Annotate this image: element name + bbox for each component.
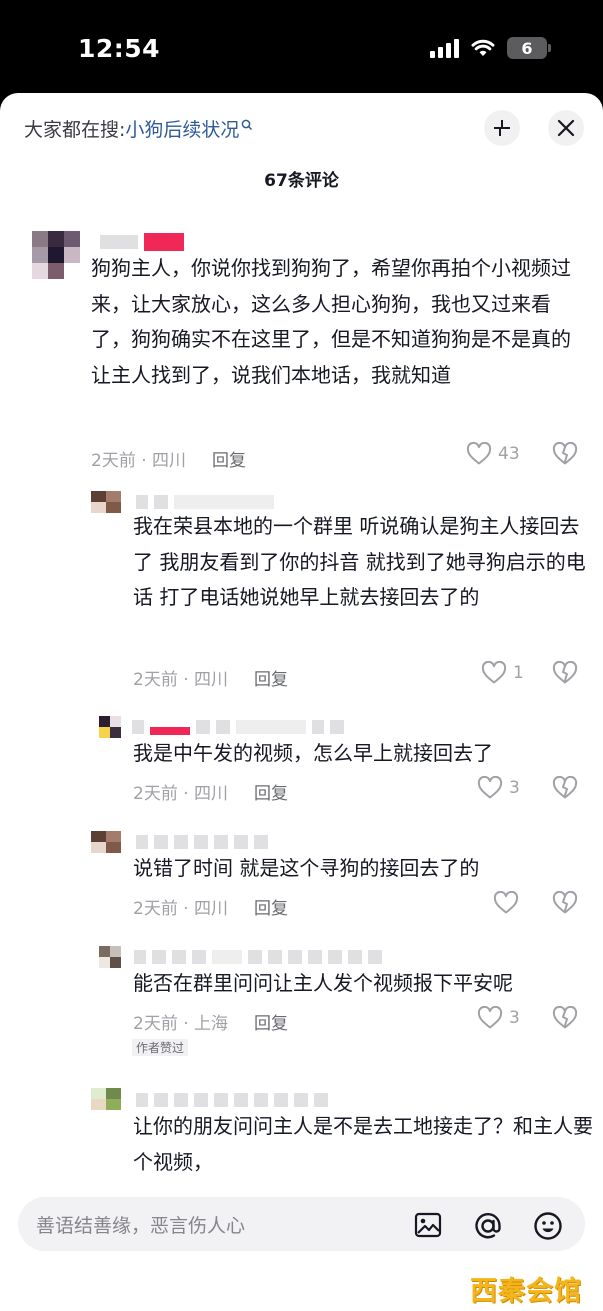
reply-item: 我在荣县本地的一个群里 听说确认是狗主人接回去了 我朋友看到了你的抖音 就找到了… [0,488,603,698]
like-button[interactable] [493,891,525,915]
avatar[interactable] [91,1088,121,1110]
like-count: 3 [509,778,520,798]
cellular-signal-icon [430,38,459,58]
image-icon[interactable] [414,1211,442,1239]
reply-item: 说错了时间 就是这个寻狗的接回去了的 2天前 · 四川 回复 [0,828,603,928]
like-button[interactable]: 1 [481,661,524,685]
heart-icon [477,1006,503,1029]
like-count: 3 [509,1008,520,1028]
comment-text: 能否在群里问问让主人发个视频报下平安呢 [133,971,513,995]
heart-icon [466,442,492,465]
comment-meta: 2天前 · 四川 回复 [133,779,288,804]
battery-indicator: 6 [507,37,551,59]
status-icons: 6 [430,36,551,60]
avatar[interactable] [32,231,80,279]
reply-button[interactable]: 回复 [254,894,288,919]
broken-heart-icon[interactable] [552,1006,578,1030]
like-count: 43 [498,444,520,464]
comment-time-location: 2天前 · 上海 [133,1014,229,1034]
search-term-link[interactable]: 小狗后续状况 [125,115,253,142]
comment-sheet: 大家都在搜: 小狗后续状况 67条评论 狗狗主人，你说你找到狗狗了，希望你再拍个 [0,93,603,1311]
close-button[interactable] [548,110,584,146]
comment-input[interactable]: 善语结善缘，恶言伤人心 [18,1197,585,1251]
collapse-icon [494,120,510,136]
reply-item: 能否在群里问问让主人发个视频报下平安呢 2天前 · 上海 回复 作者赞过 3 [0,943,603,1073]
search-term: 小狗后续状况 [125,119,240,141]
broken-heart-icon[interactable] [552,891,578,915]
comment-text: 我是中午发的视频，怎么早上就接回去了 [133,741,493,765]
broken-heart-icon[interactable] [552,661,578,685]
wifi-icon [471,39,495,56]
like-count: 1 [513,663,524,683]
emoji-icon[interactable] [533,1211,563,1241]
heart-icon [477,776,503,799]
username[interactable] [100,231,184,253]
status-time: 12:54 [78,34,161,63]
reply-item: 我是中午发的视频，怎么早上就接回去了 2天前 · 四川 回复 3 [0,713,603,813]
heart-icon [493,891,519,914]
avatar[interactable] [99,946,121,968]
avatar[interactable] [91,491,121,513]
reply-item: 让你的朋友问问主人是不是去工地接走了？和主人要个视频， [0,1088,603,1188]
watermark-logo: 西秦会馆 [470,1276,582,1307]
avatar[interactable] [99,716,121,738]
comment-input-placeholder: 善语结善缘，恶言伤人心 [36,1214,246,1237]
broken-heart-icon[interactable] [552,776,578,800]
reply-button[interactable]: 回复 [254,1009,288,1034]
like-button[interactable]: 3 [477,1006,520,1030]
search-suggestion[interactable]: 大家都在搜: 小狗后续状况 [24,115,253,142]
collapse-button[interactable] [484,110,520,146]
username[interactable] [132,716,344,738]
comment-text: 让你的朋友问问主人是不是去工地接走了？和主人要个视频， [133,1114,593,1174]
comment-text: 说错了时间 就是这个寻狗的接回去了的 [133,856,480,880]
avatar[interactable] [91,831,121,853]
comment-time-location: 2天前 · 四川 [91,451,187,471]
comment-meta: 2天前 · 上海 回复 [133,1009,288,1034]
broken-heart-icon[interactable] [552,442,578,466]
at-icon[interactable] [473,1211,503,1241]
status-bar: 12:54 6 [0,0,603,95]
close-icon [557,119,575,137]
comment-item: 狗狗主人，你说你找到狗狗了，希望你再拍个小视频过来，让大家放心，这么多人担心狗狗… [0,228,603,471]
username[interactable] [136,1089,328,1111]
like-button[interactable]: 3 [477,776,520,800]
search-prefix: 大家都在搜: [24,119,126,141]
comment-meta: 2天前 · 四川 回复 [91,446,246,471]
username[interactable] [134,946,382,968]
reply-button[interactable]: 回复 [254,779,288,804]
reply-button[interactable]: 回复 [212,446,246,471]
reply-button[interactable]: 回复 [254,665,288,690]
comment-meta: 2天前 · 四川 回复 [133,665,288,690]
comment-meta: 2天前 · 四川 回复 [133,894,288,919]
comment-text: 狗狗主人，你说你找到狗狗了，希望你再拍个小视频过来，让大家放心，这么多人担心狗狗… [91,256,571,387]
author-liked-badge: 作者赞过 [132,1039,189,1056]
search-icon [242,119,253,130]
heart-icon [481,661,507,684]
comment-time-location: 2天前 · 四川 [133,899,229,919]
comment-text: 我在荣县本地的一个群里 听说确认是狗主人接回去了 我朋友看到了你的抖音 就找到了… [133,514,586,609]
comment-time-location: 2天前 · 四川 [133,670,229,690]
like-button[interactable]: 43 [466,442,520,466]
comment-count: 67条评论 [264,171,339,191]
username[interactable] [136,831,268,853]
comment-time-location: 2天前 · 四川 [133,784,229,804]
